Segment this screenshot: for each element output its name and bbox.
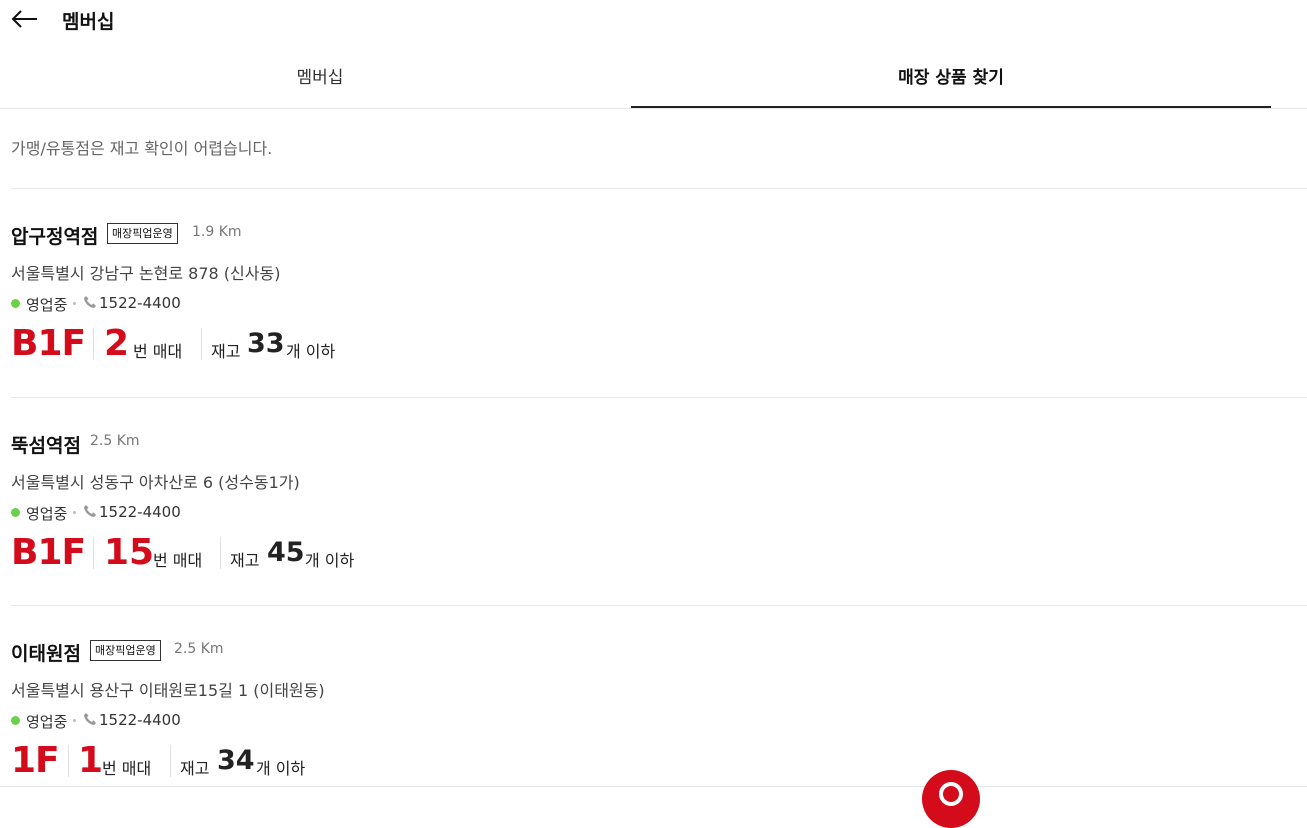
stock-count: 34 [217,745,255,776]
stock-label: 재고 [180,759,210,778]
back-arrow-icon [11,10,37,28]
floor-label: B1F [11,532,86,573]
stock-count: 33 [247,328,285,359]
stand-label: 번 매대 [153,551,203,570]
tab-bar: 멤버십 매장 상품 찾기 [0,50,1307,109]
store-item[interactable]: 압구정역점 매장픽업운영 1.9 Km 서울특별시 강남구 논현로 878 (신… [11,222,1301,422]
top-header: 멤버십 [0,0,1307,40]
stock-suffix: 개 이하 [286,342,336,361]
status-dot-icon [11,508,20,517]
divider [11,188,1307,189]
status-dot-icon [11,299,20,308]
store-phone[interactable]: 1522-4400 [99,503,181,521]
store-item[interactable]: 이태원점 매장픽업운영 2.5 Km 서울특별시 용산구 이태원로15길 1 (… [11,639,1301,791]
store-status: 영업중 [26,505,68,523]
stock-suffix: 개 이하 [256,759,306,778]
pickup-badge: 매장픽업운영 [90,640,161,661]
separator-dot [73,719,76,722]
store-address: 서울특별시 성동구 아차산로 6 (성수동1가) [11,473,300,492]
stock-label: 재고 [211,342,241,361]
store-distance: 1.9 Km [192,224,242,240]
store-phone[interactable]: 1522-4400 [99,711,181,729]
fab-icon [939,782,963,806]
store-item[interactable]: 뚝섬역점 2.5 Km 서울특별시 성동구 아차산로 6 (성수동1가) 영업중… [11,431,1301,631]
tab-store-product-search[interactable]: 매장 상품 찾기 [631,50,1271,108]
stand-number: 1 [78,740,104,781]
store-distance: 2.5 Km [174,641,224,657]
divider-line [93,328,94,360]
phone-icon [84,296,96,308]
divider [11,605,1307,606]
divider-line [93,537,94,569]
status-dot-icon [11,716,20,725]
store-list[interactable]: 가맹/유통점은 재고 확인이 어렵습니다. 압구정역점 매장픽업운영 1.9 K… [0,110,1307,791]
stand-label: 번 매대 [133,342,183,361]
pickup-badge: 매장픽업운영 [107,223,178,244]
floor-label: 1F [11,740,60,781]
separator-dot [73,511,76,514]
stock-suffix: 개 이하 [305,551,355,570]
store-address: 서울특별시 용산구 이태원로15길 1 (이태원동) [11,681,325,700]
divider-line [170,745,171,777]
page-title: 멤버십 [62,11,115,33]
store-address: 서울특별시 강남구 논현로 878 (신사동) [11,264,281,283]
separator-dot [73,302,76,305]
store-distance: 2.5 Km [90,433,140,449]
divider [11,397,1307,398]
stock-label: 재고 [230,551,260,570]
store-name: 압구정역점 [11,226,99,248]
floor-label: B1F [11,323,86,364]
stand-number: 15 [104,532,155,573]
back-button[interactable] [10,6,40,32]
stand-label: 번 매대 [102,759,152,778]
divider-line [68,745,69,777]
divider-line [220,537,221,569]
store-status: 영업중 [26,296,68,314]
bottom-bar [0,786,1307,791]
stock-count: 45 [267,537,305,568]
stock-notice: 가맹/유통점은 재고 확인이 어렵습니다. [11,139,273,158]
store-phone[interactable]: 1522-4400 [99,294,181,312]
phone-icon [84,505,96,517]
store-status: 영업중 [26,713,68,731]
phone-icon [84,713,96,725]
store-name: 뚝섬역점 [11,435,81,457]
floating-action-button[interactable] [922,770,980,828]
store-name: 이태원점 [11,643,81,665]
stand-number: 2 [104,323,130,364]
divider-line [201,328,202,360]
tab-membership[interactable]: 멤버십 [0,50,640,108]
